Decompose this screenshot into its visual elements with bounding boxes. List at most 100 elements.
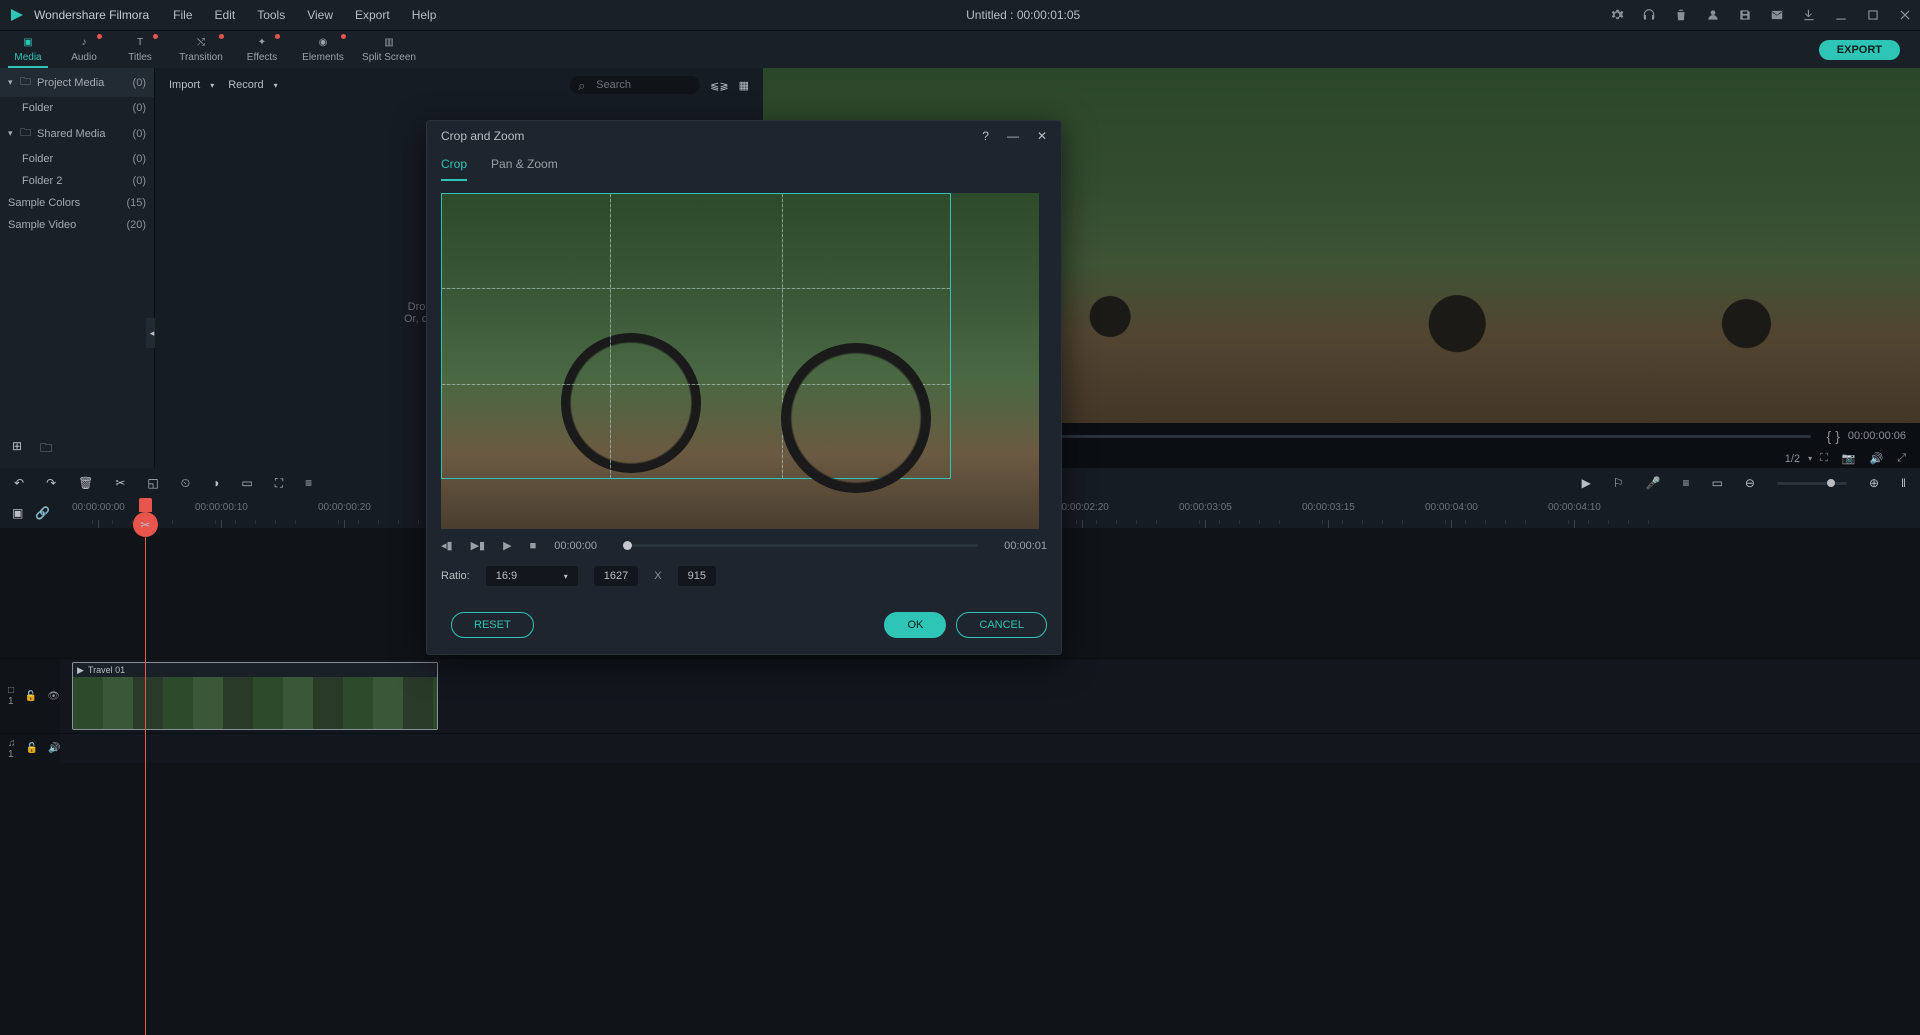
split-icon[interactable]: ✂	[115, 476, 125, 491]
crop-handle-tr[interactable]	[941, 193, 951, 203]
tree-shared-media[interactable]: ▾🗀Shared Media(0)	[0, 119, 154, 148]
maximize-icon[interactable]	[1866, 8, 1880, 22]
tab-elements[interactable]: ◉Elements	[290, 31, 356, 68]
crop-height-input[interactable]: 915	[678, 566, 716, 586]
ok-button[interactable]: OK	[884, 612, 946, 638]
menu-export[interactable]: Export	[355, 8, 390, 22]
playhead[interactable]: ✂	[145, 528, 146, 1035]
crop-handle-bl[interactable]	[441, 469, 451, 479]
menu-view[interactable]: View	[307, 8, 333, 22]
playhead-scissors-icon[interactable]: ✂	[133, 512, 158, 537]
modal-tab-panzoom[interactable]: Pan & Zoom	[491, 151, 558, 181]
snapshot-icon[interactable]: 📷	[1842, 452, 1856, 465]
filter-icon[interactable]: ⫹⫺	[710, 79, 728, 92]
settings-icon[interactable]	[1610, 8, 1624, 22]
zoom-fit-icon[interactable]: ‖	[1901, 476, 1906, 490]
tab-audio[interactable]: ♪Audio	[56, 31, 112, 68]
track-icon[interactable]: ▭	[1712, 476, 1723, 490]
dimension-x-label: X	[654, 570, 661, 582]
export-button[interactable]: EXPORT	[1819, 40, 1900, 60]
modal-minimize-icon[interactable]: —	[1007, 129, 1019, 143]
tab-effects[interactable]: ✦Effects	[234, 31, 290, 68]
ratio-select[interactable]: 16:9▾	[486, 566, 578, 586]
new-folder-icon[interactable]: 🗀	[40, 439, 52, 460]
crop-rectangle[interactable]	[441, 193, 951, 479]
tab-titles[interactable]: TTitles	[112, 31, 168, 68]
display-icon[interactable]: ⛶	[1820, 452, 1828, 465]
play-icon[interactable]: ▶	[503, 539, 511, 552]
user-icon[interactable]	[1706, 8, 1720, 22]
marker-icon[interactable]: ⚐	[1613, 476, 1624, 490]
video-clip[interactable]: ▶Travel 01	[72, 662, 438, 730]
title-bar: Wondershare Filmora File Edit Tools View…	[0, 0, 1920, 30]
main-menu: File Edit Tools View Export Help	[173, 8, 436, 22]
crop-preview[interactable]	[441, 193, 1039, 529]
zoom-chevron-icon[interactable]: ▾	[1808, 454, 1812, 463]
visibility-icon[interactable]: 👁	[47, 691, 60, 702]
mail-icon[interactable]	[1770, 8, 1784, 22]
grid-view-icon[interactable]: ▦	[739, 79, 749, 92]
link-icon[interactable]: 🔗	[35, 506, 50, 520]
color-icon[interactable]: ◑	[212, 476, 219, 491]
play-pause-icon[interactable]: ▶▮	[471, 539, 486, 552]
tree-project-media[interactable]: ▾🗀Project Media(0)	[0, 68, 154, 97]
menu-tools[interactable]: Tools	[257, 8, 285, 22]
audio-lock-icon[interactable]: 🔓	[26, 743, 38, 754]
tree-sample-video[interactable]: Sample Video(20)	[0, 214, 154, 236]
lock-icon[interactable]: 🔓	[25, 691, 37, 702]
zoom-in-icon[interactable]: ⊕	[1869, 476, 1879, 490]
mark-out-icon[interactable]: }	[1835, 428, 1840, 444]
render-icon[interactable]: ▶	[1582, 476, 1591, 490]
tab-transition[interactable]: ⤭Transition	[168, 31, 234, 68]
green-screen-icon[interactable]: ▭	[241, 476, 252, 491]
mute-icon[interactable]: 🔊	[48, 743, 60, 754]
crop-time-current: 00:00:00	[554, 540, 597, 552]
prev-frame-icon[interactable]: ◂▮	[441, 539, 453, 552]
menu-file[interactable]: File	[173, 8, 192, 22]
close-icon[interactable]	[1898, 8, 1912, 22]
menu-help[interactable]: Help	[412, 8, 437, 22]
voiceover-icon[interactable]: 🎤	[1646, 476, 1661, 490]
reset-button[interactable]: RESET	[451, 612, 534, 638]
crop-handle-br[interactable]	[941, 469, 951, 479]
headphones-icon[interactable]	[1642, 8, 1656, 22]
modal-tab-crop[interactable]: Crop	[441, 151, 467, 181]
stop-icon[interactable]: ■	[530, 540, 537, 552]
timeline-zoom-slider[interactable]	[1777, 482, 1847, 485]
minimize-icon[interactable]	[1834, 8, 1848, 22]
fullscreen-icon[interactable]: ⤢	[1897, 452, 1906, 465]
search-input[interactable]: Search	[570, 76, 700, 94]
mark-in-icon[interactable]: {	[1827, 428, 1832, 444]
export-frame-icon[interactable]: ⛶	[275, 476, 283, 491]
tree-sample-colors[interactable]: Sample Colors(15)	[0, 192, 154, 214]
crop-icon[interactable]: ◱	[147, 476, 158, 491]
tree-folder-2[interactable]: Folder 2(0)	[0, 170, 154, 192]
preview-timecode: 00:00:00:06	[1848, 430, 1906, 442]
tree-folder-1[interactable]: Folder(0)	[0, 148, 154, 170]
mixer-icon[interactable]: ≡	[1683, 476, 1690, 490]
volume-icon[interactable]: 🔊	[1869, 452, 1883, 465]
crop-width-input[interactable]: 1627	[594, 566, 638, 586]
import-dropdown[interactable]: Import▾	[169, 79, 214, 91]
undo-icon[interactable]: ↶	[14, 476, 24, 491]
zoom-out-icon[interactable]: ⊖	[1745, 476, 1755, 490]
tree-folder-0[interactable]: Folder(0)	[0, 97, 154, 119]
menu-edit[interactable]: Edit	[215, 8, 236, 22]
speed-icon[interactable]: ⏲	[181, 476, 190, 491]
delete-icon[interactable]	[1674, 8, 1688, 22]
download-icon[interactable]	[1802, 8, 1816, 22]
adjust-icon[interactable]: ≡	[305, 476, 312, 491]
modal-help-icon[interactable]: ?	[982, 129, 989, 143]
tab-split-screen[interactable]: ▥Split Screen	[356, 31, 422, 68]
cancel-button[interactable]: CANCEL	[956, 612, 1047, 638]
crop-handle-tl[interactable]	[441, 193, 451, 203]
tab-media[interactable]: ▣Media	[0, 31, 56, 68]
redo-icon[interactable]: ↷	[46, 476, 56, 491]
save-icon[interactable]	[1738, 8, 1752, 22]
delete-clip-icon[interactable]: 🗑	[78, 476, 93, 491]
crop-scrubber[interactable]	[623, 544, 978, 547]
modal-close-icon[interactable]: ✕	[1037, 129, 1047, 143]
timeline-options-icon[interactable]: ▣	[12, 506, 23, 520]
new-project-icon[interactable]: ⊞	[12, 439, 22, 460]
record-dropdown[interactable]: Record▾	[228, 79, 277, 91]
